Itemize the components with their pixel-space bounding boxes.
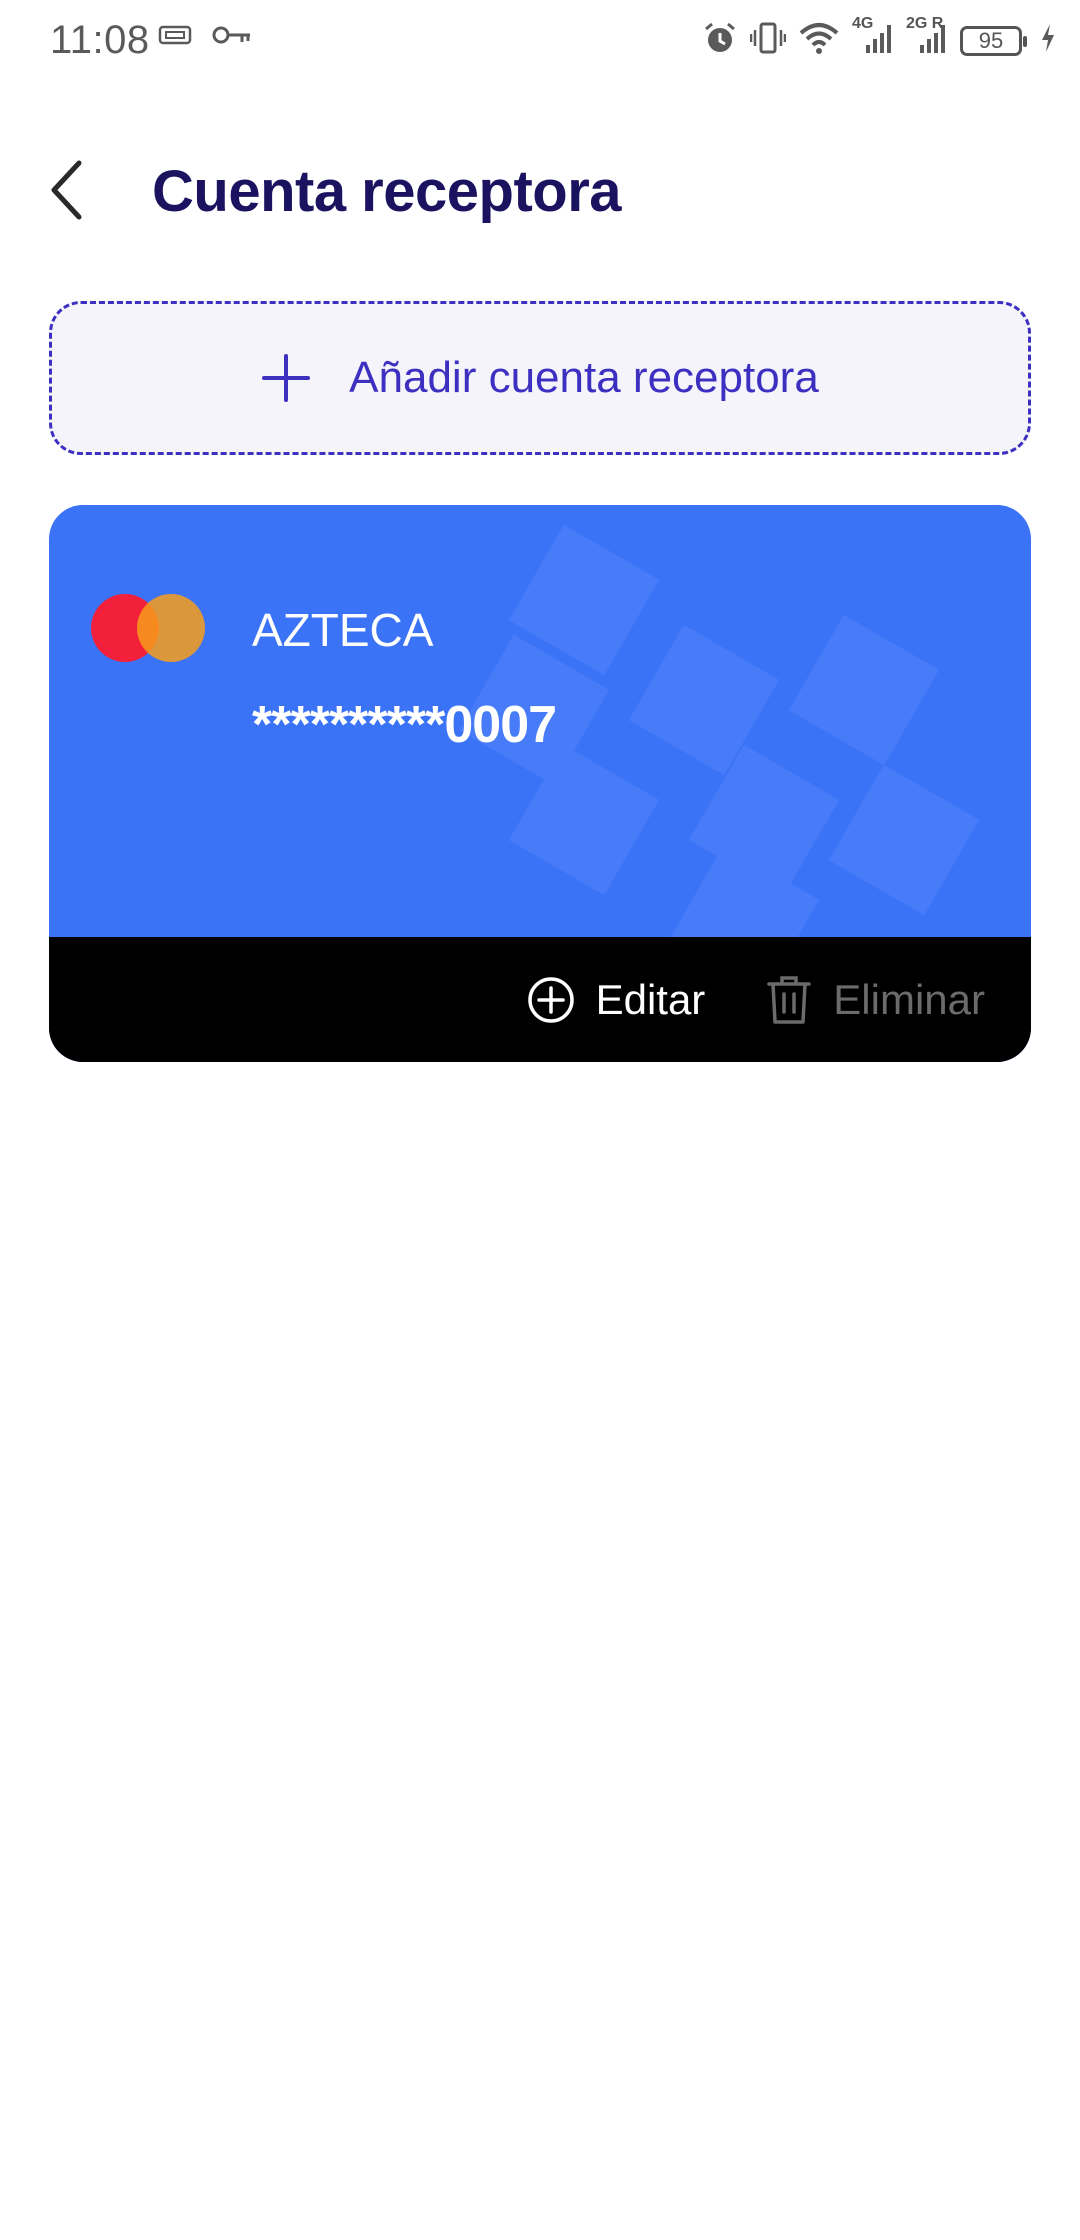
- back-button[interactable]: [36, 148, 96, 232]
- page-title: Cuenta receptora: [152, 159, 622, 224]
- delete-label: Eliminar: [833, 975, 985, 1023]
- add-account-label: Añadir cuenta receptora: [349, 353, 819, 402]
- vibrate-icon: [749, 20, 787, 61]
- account-card[interactable]: AZTECA **********0007 Editar Eliminar: [49, 505, 1031, 1062]
- status-right-icons: 4G 2G R 95: [702, 15, 1056, 61]
- status-left-icons: [158, 24, 252, 51]
- status-bar: 11:08 4G 2G R 95: [0, 0, 1080, 84]
- trash-icon: [767, 975, 812, 1024]
- status-time: 11:08: [50, 18, 150, 62]
- account-number: **********0007: [252, 695, 557, 755]
- signal-icon: 2G R: [906, 15, 948, 60]
- signal-icon: 4G: [852, 15, 894, 60]
- edit-button[interactable]: Editar: [526, 975, 706, 1025]
- app-header: Cuenta receptora: [0, 130, 1080, 250]
- network-label-1: 4G: [852, 15, 874, 32]
- bank-name: AZTECA: [252, 604, 434, 656]
- charging-icon: [1040, 23, 1056, 58]
- account-number-last-digits: 0007: [444, 696, 557, 754]
- battery-icon: 95: [960, 25, 1027, 56]
- plus-icon: [262, 354, 311, 402]
- edit-label: Editar: [595, 975, 706, 1023]
- account-number-mask: **********: [252, 696, 445, 754]
- delete-button[interactable]: Eliminar: [765, 974, 985, 1026]
- add-circle-icon: [527, 976, 574, 1023]
- network-label-2: 2G R: [906, 15, 944, 32]
- sim-card-icon: [158, 24, 192, 51]
- wifi-icon: [798, 21, 840, 60]
- chevron-left-icon: [51, 160, 82, 220]
- battery-level: 95: [978, 27, 1004, 53]
- key-icon: [212, 24, 252, 51]
- card-actions: Editar Eliminar: [49, 937, 1031, 1062]
- alarm-icon: [702, 20, 738, 61]
- add-account-button[interactable]: Añadir cuenta receptora: [49, 301, 1031, 455]
- mastercard-logo-icon: [91, 594, 205, 662]
